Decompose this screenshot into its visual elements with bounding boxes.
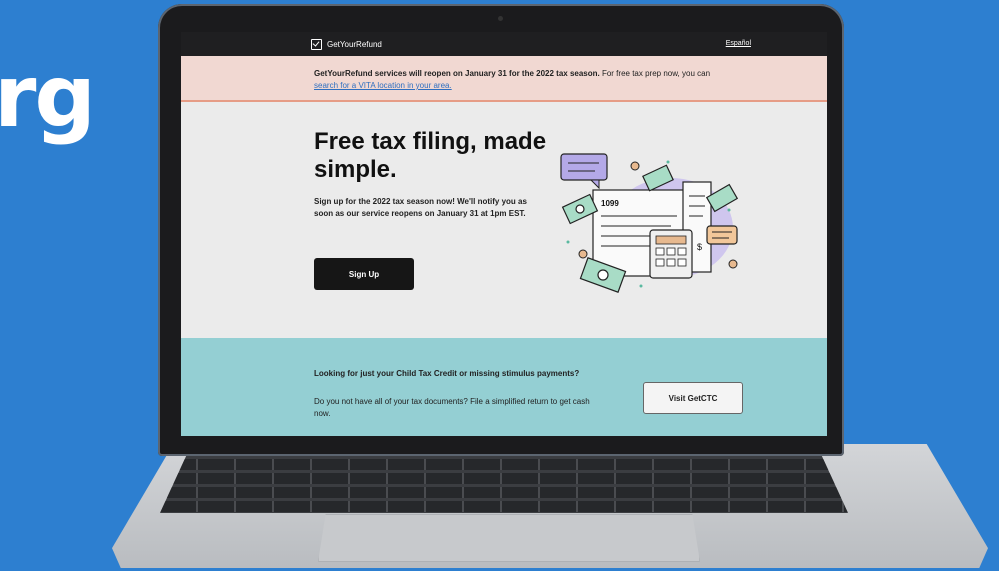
sign-up-button[interactable]: Sign Up	[314, 258, 414, 290]
calculator-icon	[649, 229, 693, 279]
background-partial-text: rg	[0, 47, 96, 147]
alert-banner: GetYourRefund services will reopen on Ja…	[181, 56, 827, 102]
visit-getctc-button[interactable]: Visit GetCTC	[643, 382, 743, 414]
language-link[interactable]: Español	[726, 40, 751, 47]
ctc-body: Do you not have all of your tax document…	[314, 397, 590, 418]
camera	[498, 16, 503, 21]
ctc-heading: Looking for just your Child Tax Credit o…	[314, 369, 580, 378]
laptop-screen: GetYourRefund Español GetYourRefund serv…	[181, 32, 827, 436]
vita-location-link[interactable]: search for a VITA location in your area.	[314, 81, 452, 90]
hero-section: Free tax filing, made simple. Sign up fo…	[181, 102, 827, 338]
tax-illustration: 1099 $	[560, 153, 739, 293]
alert-text: For free tax prep now, you can	[599, 69, 711, 78]
svg-text:$: $	[697, 242, 702, 252]
form-label: 1099	[601, 199, 619, 208]
chat-bubble-orange-icon	[706, 225, 738, 245]
site-header: GetYourRefund Español	[181, 32, 827, 56]
laptop-keyboard	[160, 453, 848, 513]
laptop-trackpad	[318, 514, 700, 562]
chat-bubble-icon	[560, 153, 608, 190]
hero-subtitle: Sign up for the 2022 tax season now! We'…	[314, 197, 527, 218]
alert-bold: GetYourRefund services will reopen on Ja…	[314, 69, 600, 78]
site-brand[interactable]: GetYourRefund	[311, 39, 382, 50]
checkbox-icon	[311, 39, 322, 50]
brand-name: GetYourRefund	[327, 40, 382, 49]
alert-message: GetYourRefund services will reopen on Ja…	[314, 68, 734, 92]
page-title: Free tax filing, made simple.	[314, 128, 547, 183]
ctc-section: Looking for just your Child Tax Credit o…	[181, 338, 827, 436]
